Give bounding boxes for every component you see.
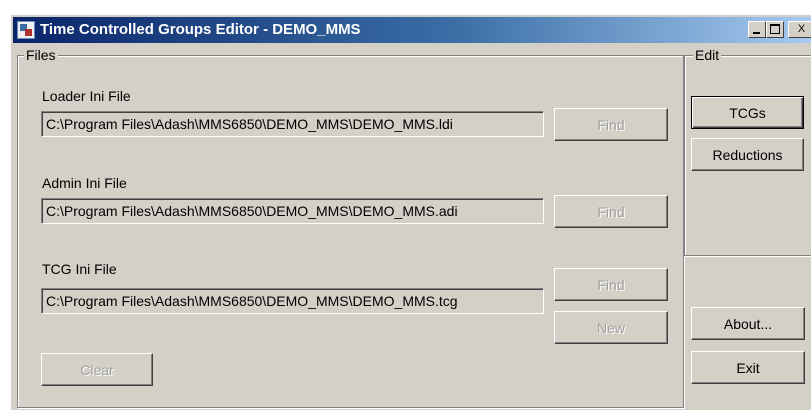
app-icon[interactable] [17,21,35,39]
loader-ini-field[interactable]: C:\Program Files\Adash\MMS6850\DEMO_MMS\… [41,111,544,137]
about-button[interactable]: About... [691,307,805,340]
tcg-ini-label: TCG Ini File [42,261,117,277]
admin-ini-field[interactable]: C:\Program Files\Adash\MMS6850\DEMO_MMS\… [41,198,544,224]
files-group: Files Loader Ini File C:\Program Files\A… [17,47,684,408]
maximize-button[interactable] [766,21,784,38]
loader-find-button[interactable]: Find [554,108,668,141]
minimize-icon [753,32,760,34]
admin-ini-label: Admin Ini File [42,175,127,191]
tcgs-button[interactable]: TCGs [691,96,804,129]
tcg-ini-field[interactable]: C:\Program Files\Adash\MMS6850\DEMO_MMS\… [41,288,544,314]
title-bar[interactable]: Time Controlled Groups Editor - DEMO_MMS… [13,17,811,43]
close-icon: X [797,23,806,35]
maximize-icon [770,24,780,34]
tcg-find-button[interactable]: Find [554,268,668,301]
reductions-button[interactable]: Reductions [691,138,804,171]
exit-button[interactable]: Exit [691,351,805,384]
loader-ini-label: Loader Ini File [42,88,131,104]
tcg-new-button[interactable]: New [554,311,668,344]
files-group-label: Files [24,47,58,63]
window-title: Time Controlled Groups Editor - DEMO_MMS [40,21,361,38]
edit-group-label: Edit [693,47,722,63]
admin-find-button[interactable]: Find [554,195,668,228]
minimize-button[interactable] [748,21,766,38]
main-window: Time Controlled Groups Editor - DEMO_MMS… [10,14,811,410]
clear-button[interactable]: Clear [41,353,153,386]
close-button[interactable]: X [788,21,811,38]
edit-group: Edit TCGs Reductions [684,47,811,256]
